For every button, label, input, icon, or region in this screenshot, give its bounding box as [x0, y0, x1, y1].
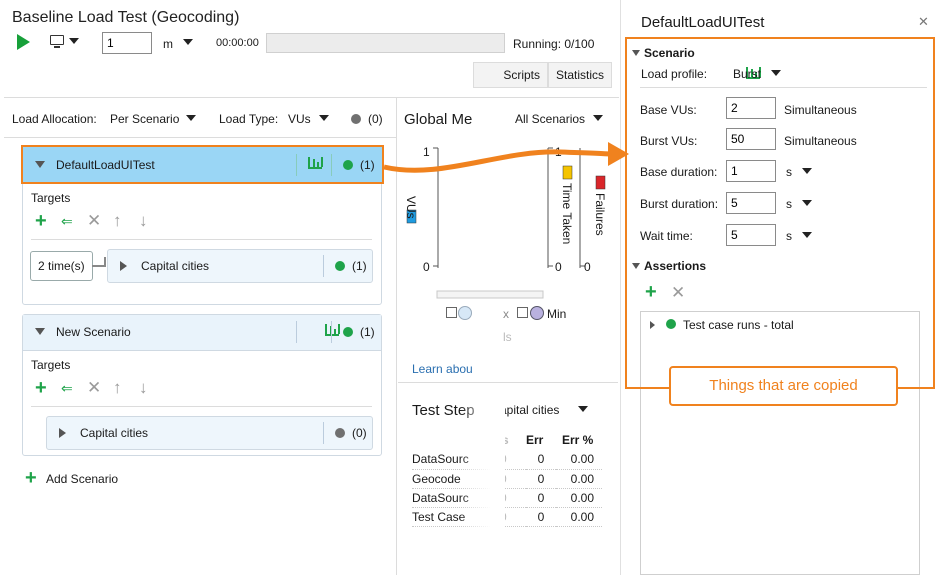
- table-row: Geocode000.00: [412, 469, 602, 489]
- add-icon[interactable]: +: [35, 211, 47, 231]
- running-status: Running: 0/100: [513, 37, 595, 51]
- chevron-down-icon[interactable]: [69, 38, 79, 44]
- vus-axis-label: VUs: [404, 196, 418, 219]
- status-dot-icon: [343, 160, 353, 170]
- repeat-times-box[interactable]: 2 time(s): [30, 251, 93, 281]
- chart-scrollbar: [436, 290, 544, 299]
- status-dot-icon: [351, 114, 361, 124]
- table-row: DataSourc000.00: [412, 488, 602, 508]
- add-from-icon[interactable]: ⇐: [61, 380, 73, 396]
- status-dot-icon: [343, 327, 353, 337]
- load-type-label: Load Type:: [219, 112, 279, 126]
- tick-bottom: 0: [555, 260, 562, 274]
- target-count: (0): [352, 426, 367, 440]
- legend-ls: ls: [503, 330, 512, 344]
- callout-box: Things that are copied: [669, 366, 898, 406]
- scenario-filter-select[interactable]: All Scenarios: [515, 112, 585, 126]
- collapse-icon[interactable]: [35, 328, 45, 335]
- targets-label: Targets: [31, 191, 71, 205]
- window-title: Baseline Load Test (Geocoding): [12, 9, 240, 26]
- monitor-icon[interactable]: [50, 35, 64, 48]
- panel-title: DefaultLoadUITest: [641, 14, 765, 31]
- close-icon[interactable]: ✕: [918, 14, 929, 30]
- status-dot-icon: [335, 428, 345, 438]
- add-scenario-button[interactable]: Add Scenario: [46, 472, 118, 486]
- col-header-errpct: Err %: [562, 433, 594, 447]
- chevron-down-icon[interactable]: [319, 115, 329, 121]
- target-name: Capital cities: [141, 259, 210, 273]
- move-up-icon[interactable]: ↑: [113, 379, 122, 396]
- add-scenario-icon[interactable]: +: [25, 468, 37, 488]
- targets-label: Targets: [31, 358, 71, 372]
- load-type-select[interactable]: VUs: [288, 112, 311, 126]
- expand-icon[interactable]: [120, 261, 127, 271]
- tick-bottom: 0: [423, 260, 430, 274]
- move-up-icon[interactable]: ↑: [113, 212, 122, 229]
- add-from-icon[interactable]: ⇐: [61, 213, 73, 229]
- scenario-name: DefaultLoadUITest: [56, 158, 155, 172]
- move-down-icon[interactable]: ↓: [139, 379, 148, 396]
- load-allocation-select[interactable]: Per Scenario: [110, 112, 179, 126]
- checkbox[interactable]: [446, 307, 457, 318]
- chart-icon[interactable]: [325, 324, 341, 336]
- tab-scripts[interactable]: Scripts: [473, 62, 548, 88]
- tick-bottom: 0: [584, 260, 591, 274]
- collapse-icon[interactable]: [35, 161, 45, 168]
- legend-circle-icon: [458, 306, 472, 320]
- duration-unit: m: [163, 37, 173, 51]
- target-name: Capital cities: [80, 426, 149, 440]
- scenario-count: (1): [360, 325, 375, 339]
- delete-icon[interactable]: ✕: [87, 212, 101, 229]
- failures-axis-label: Failures: [593, 193, 607, 236]
- scenario-name: New Scenario: [56, 325, 131, 339]
- chart-icon[interactable]: [308, 157, 323, 169]
- status-dot-icon: [335, 261, 345, 271]
- learn-link[interactable]: Learn abou: [412, 362, 473, 376]
- chevron-down-icon[interactable]: [578, 406, 588, 412]
- global-metrics-title: Global Me: [404, 111, 473, 128]
- legend-x: x: [503, 307, 509, 321]
- duration-input[interactable]: [102, 32, 152, 54]
- expand-icon[interactable]: [59, 428, 66, 438]
- elapsed-time: 00:00:00: [216, 37, 259, 49]
- tab-statistics[interactable]: Statistics: [548, 62, 613, 88]
- copy-arrow-icon: [383, 142, 629, 173]
- timetaken-axis-label: Time Taken: [560, 183, 574, 245]
- divider: [4, 97, 619, 98]
- test-steps-table: DataSourc000.00 Geocode000.00 DataSourc0…: [412, 450, 602, 527]
- scenario-count: (1): [360, 158, 375, 172]
- target-count: (1): [352, 259, 367, 273]
- connector: [92, 257, 106, 267]
- timeline-bar: [266, 33, 505, 53]
- checkbox[interactable]: [517, 307, 528, 318]
- add-icon[interactable]: +: [35, 378, 47, 398]
- allocation-count: (0): [368, 112, 383, 126]
- table-row: DataSourc000.00: [412, 450, 602, 470]
- chevron-down-icon[interactable]: [593, 115, 603, 121]
- table-row: Test Case000.00: [412, 507, 602, 527]
- play-icon[interactable]: [17, 34, 30, 50]
- unit-dropdown-icon[interactable]: [183, 39, 193, 45]
- legend-circle-icon: [530, 306, 544, 320]
- load-allocation-label: Load Allocation:: [12, 112, 97, 126]
- legend-min: Min: [547, 307, 567, 321]
- col-header-err: Err: [526, 433, 544, 447]
- move-down-icon[interactable]: ↓: [139, 212, 148, 229]
- chevron-down-icon[interactable]: [186, 115, 196, 121]
- test-steps-filter[interactable]: apital cities: [500, 403, 559, 417]
- delete-icon[interactable]: ✕: [87, 379, 101, 396]
- divider: [4, 137, 396, 138]
